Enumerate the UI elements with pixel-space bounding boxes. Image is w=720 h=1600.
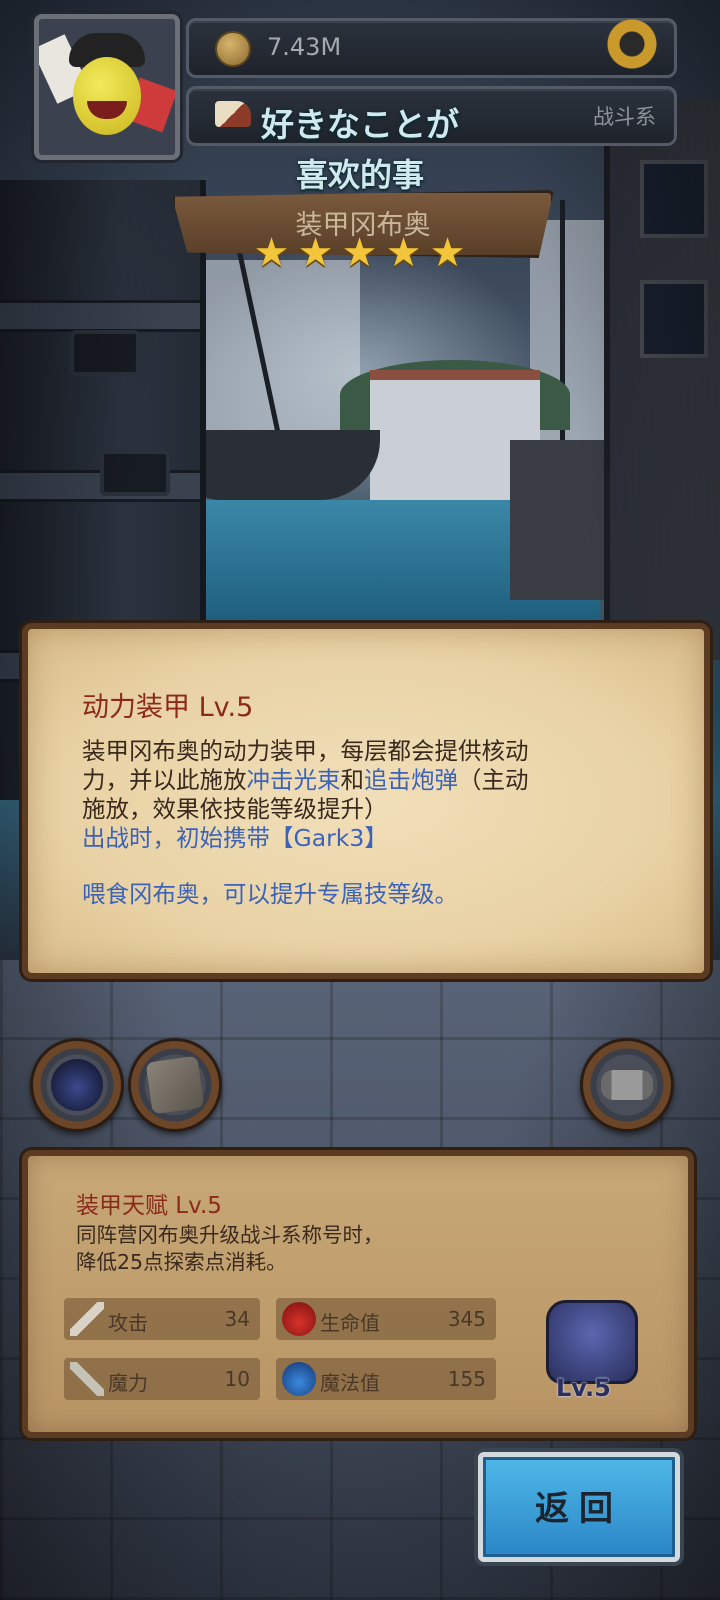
stat-label: 生命值 bbox=[320, 1311, 380, 1335]
rating-stars: ★ ★ ★ ★ ★ bbox=[250, 232, 470, 276]
talent-desc-line-1: 同阵营冈布奥升级战斗系称号时， bbox=[76, 1223, 384, 1247]
stat-label: 魔力 bbox=[108, 1371, 148, 1395]
skill-line-4: 出战时，初始携带【Gark3】 bbox=[82, 824, 388, 852]
star-icon: ★ bbox=[341, 230, 378, 276]
back-button-label: 返回 bbox=[535, 1489, 623, 1529]
coin-amount: 7.43M bbox=[267, 33, 342, 61]
star-icon: ★ bbox=[385, 230, 422, 276]
skill-description-panel: 动力装甲 Lv.5 装甲冈布奥的动力装甲，每层都会提供核动 力，并以此施放冲击光… bbox=[22, 623, 710, 979]
back-button[interactable]: 返回 bbox=[478, 1452, 680, 1562]
training-button[interactable] bbox=[580, 1038, 674, 1132]
stat-mp: 魔法值 155 bbox=[276, 1358, 496, 1400]
overlay-japanese-text: 好きなことが bbox=[261, 105, 459, 144]
feed-hint-text: 喂食冈布奥，可以提升专属技等级。 bbox=[82, 880, 458, 908]
blue-potion-icon bbox=[282, 1362, 316, 1396]
skill-line-3: 施放，效果依技能等级提升） bbox=[82, 795, 388, 823]
star-icon: ★ bbox=[429, 230, 466, 276]
talent-description: 同阵营冈布奥升级战斗系称号时， 降低25点探索点消耗。 bbox=[76, 1222, 556, 1276]
stat-label: 攻击 bbox=[108, 1311, 148, 1335]
dumbbell-icon bbox=[601, 1070, 653, 1100]
stat-value: 155 bbox=[447, 1367, 486, 1391]
overlay-chinese-text: 喜欢的事 bbox=[295, 156, 424, 194]
skill-line-1: 装甲冈布奥的动力装甲，每层都会提供核动 bbox=[82, 737, 529, 765]
talent-title: 装甲天赋 Lv.5 bbox=[76, 1193, 222, 1219]
coin-icon bbox=[215, 31, 251, 67]
skill-line-2: 力，并以此施放冲击光束和追击炮弹（主动 bbox=[82, 766, 652, 795]
power-armor-icon bbox=[546, 1300, 638, 1384]
skill-title: 动力装甲 Lv.5 bbox=[82, 692, 254, 723]
stat-value: 345 bbox=[447, 1307, 486, 1331]
stat-magic-power: 魔力 10 bbox=[64, 1358, 260, 1400]
skill-text: 力，并以此施放 bbox=[82, 766, 247, 794]
talent-panel: 装甲天赋 Lv.5 同阵营冈布奥升级战斗系称号时， 降低25点探索点消耗。 攻击… bbox=[22, 1150, 694, 1438]
talent-desc-line-2: 降低25点探索点消耗。 bbox=[76, 1250, 287, 1274]
settings-gear-icon[interactable] bbox=[598, 10, 666, 78]
red-potion-icon bbox=[282, 1302, 316, 1336]
skill-text: （主动 bbox=[458, 766, 529, 794]
stat-value: 34 bbox=[224, 1307, 250, 1331]
stat-label: 魔法值 bbox=[320, 1371, 380, 1395]
stat-attack: 攻击 34 bbox=[64, 1298, 260, 1340]
scroll-map-icon bbox=[145, 1055, 205, 1115]
stat-hp: 生命值 345 bbox=[276, 1298, 496, 1340]
skill-description: 装甲冈布奥的动力装甲，每层都会提供核动 力，并以此施放冲击光束和追击炮弹（主动 … bbox=[82, 737, 652, 853]
staff-icon bbox=[70, 1362, 104, 1396]
skill-text: 和 bbox=[340, 766, 365, 794]
skill-keyword-shell: 追击炮弹 bbox=[364, 766, 458, 794]
star-icon: ★ bbox=[297, 230, 334, 276]
sword-icon bbox=[70, 1302, 104, 1336]
armor-icon bbox=[51, 1059, 103, 1111]
armor-skill-button[interactable] bbox=[30, 1038, 124, 1132]
skill-keyword-beam: 冲击光束 bbox=[246, 766, 341, 794]
equipment-level: Lv.5 bbox=[556, 1374, 611, 1402]
armor-equipment[interactable]: Lv.5 bbox=[526, 1300, 654, 1410]
map-item-button[interactable] bbox=[128, 1038, 222, 1132]
star-icon: ★ bbox=[253, 230, 290, 276]
stat-value: 10 bbox=[224, 1367, 250, 1391]
